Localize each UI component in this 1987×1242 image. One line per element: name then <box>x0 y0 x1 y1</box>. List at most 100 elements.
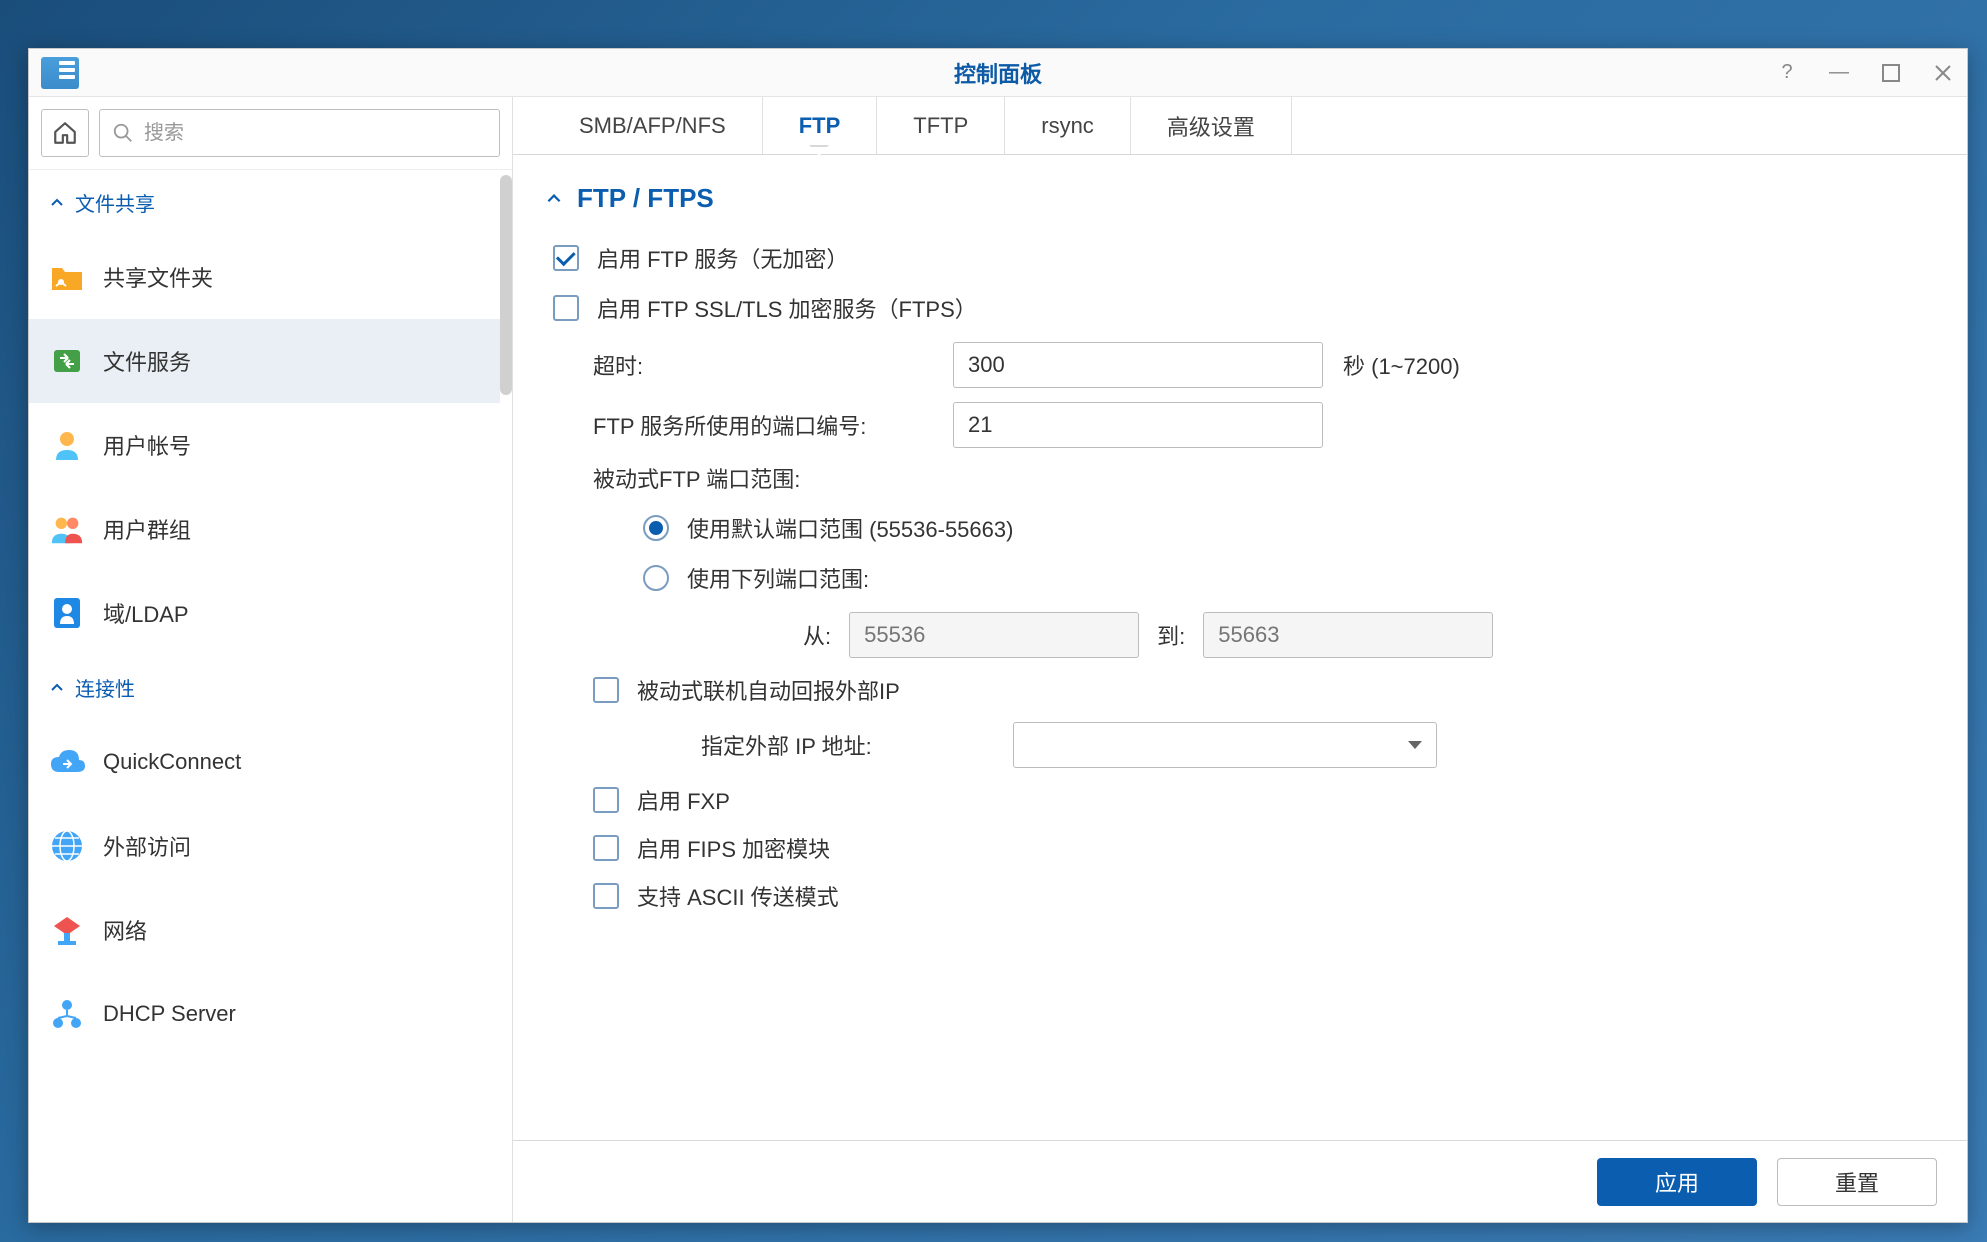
ext-ip-row: 指定外部 IP 地址: <box>701 722 1927 768</box>
home-button[interactable] <box>41 109 89 157</box>
radio-default-label: 使用默认端口范围 (55536-55663) <box>687 512 1013 544</box>
ext-ip-label: 指定外部 IP 地址: <box>701 729 1013 761</box>
sidebar-item-label: 用户群组 <box>103 513 191 545</box>
enable-ftps-checkbox[interactable] <box>553 295 579 321</box>
port-row: FTP 服务所使用的端口编号: <box>593 402 1927 448</box>
enable-fxp-checkbox[interactable] <box>593 787 619 813</box>
radio-custom-range[interactable]: 使用下列端口范围: <box>643 562 1927 594</box>
sidebar-item-domain-ldap[interactable]: 域/LDAP <box>29 571 500 655</box>
section-header-file-sharing[interactable]: 文件共享 <box>29 170 500 235</box>
file-services-icon <box>49 343 85 379</box>
from-input <box>849 612 1139 658</box>
tab-rsync[interactable]: rsync <box>1005 97 1131 154</box>
radio-custom-label: 使用下列端口范围: <box>687 562 869 594</box>
sidebar-item-external-access[interactable]: 外部访问 <box>29 804 500 888</box>
chevron-up-icon <box>49 680 65 696</box>
sidebar-item-label: 域/LDAP <box>103 597 189 629</box>
network-icon <box>49 912 85 948</box>
tab-tftp[interactable]: TFTP <box>877 97 1005 154</box>
passive-label: 被动式FTP 端口范围: <box>593 462 953 494</box>
sidebar-item-label: 共享文件夹 <box>103 261 213 293</box>
radio-custom[interactable] <box>643 565 669 591</box>
control-panel-window: 控制面板 ? — <box>28 48 1968 1223</box>
section-title: 连接性 <box>75 673 135 702</box>
from-label: 从: <box>803 619 831 651</box>
timeout-label: 超时: <box>593 349 953 381</box>
sidebar-item-file-services[interactable]: 文件服务 <box>29 319 500 403</box>
timeout-row: 超时: 秒 (1~7200) <box>593 342 1927 388</box>
close-icon[interactable] <box>1931 61 1955 85</box>
main: SMB/AFP/NFS FTP TFTP rsync 高级设置 FTP / FT… <box>513 97 1967 1222</box>
chevron-up-icon <box>49 195 65 211</box>
footer: 应用 重置 <box>513 1140 1967 1222</box>
sidebar-item-label: 网络 <box>103 914 147 946</box>
scrollbar-thumb[interactable] <box>500 175 512 395</box>
sidebar-item-user[interactable]: 用户帐号 <box>29 403 500 487</box>
chevron-down-icon <box>1408 741 1422 749</box>
to-input <box>1203 612 1493 658</box>
sidebar-scroll: 文件共享 共享文件夹 文件服务 用户帐号 用户群组 <box>29 170 512 1222</box>
window-title: 控制面板 <box>954 57 1042 89</box>
report-ext-ip-checkbox[interactable] <box>593 677 619 703</box>
folder-share-icon <box>49 259 85 295</box>
content: FTP / FTPS 启用 FTP 服务（无加密） 启用 FTP SSL/TLS… <box>513 155 1967 1140</box>
timeout-hint: 秒 (1~7200) <box>1343 349 1460 381</box>
minimize-icon[interactable]: — <box>1827 61 1851 85</box>
section-title: 文件共享 <box>75 188 155 217</box>
tabs: SMB/AFP/NFS FTP TFTP rsync 高级设置 <box>513 97 1967 155</box>
radio-default[interactable] <box>643 515 669 541</box>
sidebar-item-label: 用户帐号 <box>103 429 191 461</box>
help-icon[interactable]: ? <box>1775 61 1799 85</box>
chevron-up-icon <box>545 190 563 208</box>
section-title: FTP / FTPS <box>577 183 714 214</box>
sidebar-item-label: DHCP Server <box>103 1001 236 1027</box>
to-label: 到: <box>1157 619 1185 651</box>
search-input[interactable] <box>144 122 487 145</box>
sidebar-item-dhcp[interactable]: DHCP Server <box>29 972 500 1056</box>
report-ext-ip-row: 被动式联机自动回报外部IP <box>593 674 1927 706</box>
enable-ftp-checkbox[interactable] <box>553 245 579 271</box>
user-icon <box>49 427 85 463</box>
enable-fips-checkbox[interactable] <box>593 835 619 861</box>
sidebar-item-label: QuickConnect <box>103 749 241 775</box>
timeout-input[interactable] <box>953 342 1323 388</box>
app-icon <box>41 57 79 89</box>
enable-ftp-label: 启用 FTP 服务（无加密） <box>597 242 848 274</box>
sidebar-item-shared-folder[interactable]: 共享文件夹 <box>29 235 500 319</box>
search-box[interactable] <box>99 109 500 157</box>
sidebar: 文件共享 共享文件夹 文件服务 用户帐号 用户群组 <box>29 97 513 1222</box>
sidebar-item-label: 外部访问 <box>103 830 191 862</box>
cloud-icon <box>49 744 85 780</box>
enable-ftps-label: 启用 FTP SSL/TLS 加密服务（FTPS） <box>597 292 977 324</box>
sidebar-item-group[interactable]: 用户群组 <box>29 487 500 571</box>
passive-label-row: 被动式FTP 端口范围: <box>593 462 1927 494</box>
tab-ftp[interactable]: FTP <box>763 97 878 154</box>
sidebar-item-network[interactable]: 网络 <box>29 888 500 972</box>
section-header-ftp[interactable]: FTP / FTPS <box>533 183 1927 214</box>
sidebar-item-quickconnect[interactable]: QuickConnect <box>29 720 500 804</box>
reset-button[interactable]: 重置 <box>1777 1158 1937 1206</box>
radio-default-range[interactable]: 使用默认端口范围 (55536-55663) <box>643 512 1927 544</box>
ext-ip-select[interactable] <box>1013 722 1437 768</box>
section-header-connectivity[interactable]: 连接性 <box>29 655 500 720</box>
maximize-icon[interactable] <box>1879 61 1903 85</box>
enable-ftps-row: 启用 FTP SSL/TLS 加密服务（FTPS） <box>533 292 1927 324</box>
apply-button[interactable]: 应用 <box>1597 1158 1757 1206</box>
window-controls: ? — <box>1775 61 1955 85</box>
dhcp-icon <box>49 996 85 1032</box>
report-ext-ip-label: 被动式联机自动回报外部IP <box>637 674 900 706</box>
search-icon <box>112 122 134 144</box>
ascii-checkbox[interactable] <box>593 883 619 909</box>
tab-advanced[interactable]: 高级设置 <box>1131 97 1292 154</box>
port-input[interactable] <box>953 402 1323 448</box>
globe-icon <box>49 828 85 864</box>
enable-fips-row: 启用 FIPS 加密模块 <box>593 832 1927 864</box>
titlebar: 控制面板 ? — <box>29 49 1967 97</box>
port-label: FTP 服务所使用的端口编号: <box>593 409 953 441</box>
ascii-row: 支持 ASCII 传送模式 <box>593 880 1927 912</box>
enable-fips-label: 启用 FIPS 加密模块 <box>637 832 830 864</box>
tab-smb[interactable]: SMB/AFP/NFS <box>543 97 763 154</box>
sidebar-item-label: 文件服务 <box>103 345 191 377</box>
address-book-icon <box>49 595 85 631</box>
body: 文件共享 共享文件夹 文件服务 用户帐号 用户群组 <box>29 97 1967 1222</box>
